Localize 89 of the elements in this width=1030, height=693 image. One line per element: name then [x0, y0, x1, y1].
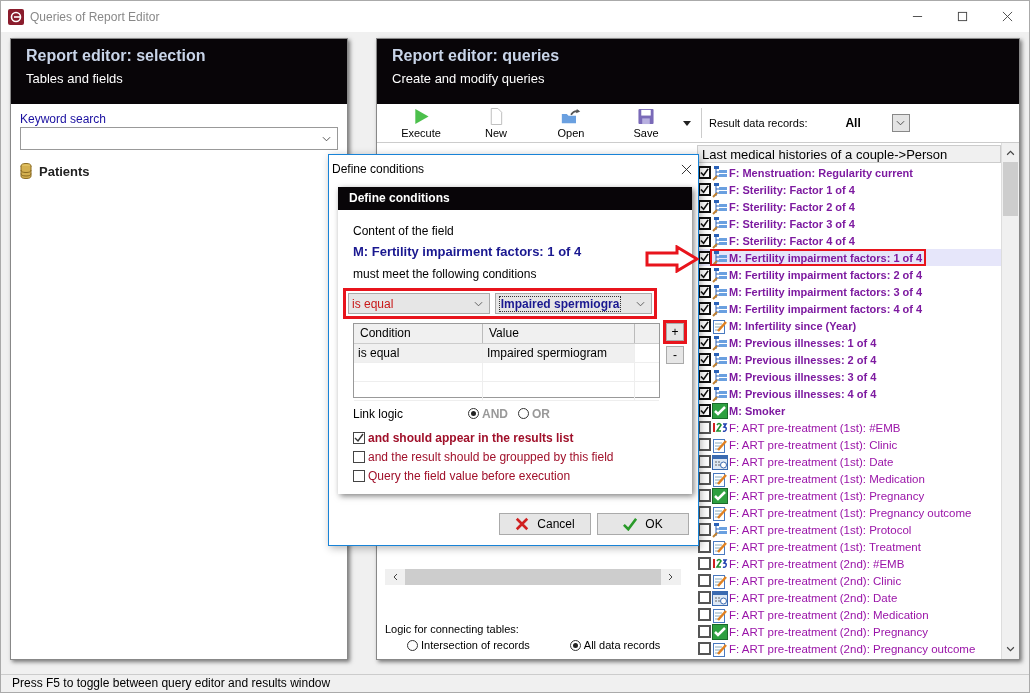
field-label: F: ART pre-treatment (2nd): Date — [729, 591, 898, 604]
field-label: F: ART pre-treatment (1st): Clinic — [729, 438, 898, 451]
add-button[interactable]: + — [666, 323, 684, 341]
panel-subtitle: Tables and fields — [26, 71, 124, 86]
field-row[interactable]: F: Sterility: Factor 4 of 4 — [697, 232, 1001, 249]
checkbox-option[interactable]: and the result should be groupped by this field — [353, 447, 692, 466]
field-label: F: ART pre-treatment (1st): Treatment — [729, 540, 921, 553]
link-logic-label: Link logic — [353, 406, 405, 423]
field-label: F: Sterility: Factor 1 of 4 — [729, 183, 855, 196]
field-label: F: ART pre-treatment (2nd): Medication — [729, 608, 929, 621]
field-row[interactable]: F: Menstruation: Regularity current — [697, 164, 1001, 181]
checkbox-option[interactable]: and should appear in the results list — [353, 428, 692, 447]
field-label: M: Previous illnesses: 1 of 4 — [729, 336, 877, 349]
field-row[interactable]: F: ART pre-treatment (2nd): #EMB — [697, 555, 1001, 572]
result-records-value: All — [845, 116, 861, 130]
column-header[interactable]: Value — [483, 324, 635, 343]
field-label: M: Previous illnesses: 3 of 4 — [729, 370, 877, 383]
result-records-label: Result data records: — [709, 117, 808, 129]
connect-logic-label: Logic for connecting tables: — [385, 623, 520, 635]
field-label: M: Smoker — [729, 404, 786, 417]
panel-subtitle: Create and modify queries — [392, 71, 546, 86]
radio-option[interactable]: All data records — [569, 639, 661, 651]
field-label: M: Fertility impairment factors: 3 of 4 — [729, 285, 923, 298]
field-row[interactable]: M: Previous illnesses: 1 of 4 — [697, 334, 1001, 351]
instruction-text: must meet the following conditions — [353, 266, 537, 283]
dialog-button[interactable]: Cancel — [499, 513, 591, 535]
field-row[interactable]: F: ART pre-treatment (2nd): Clinic — [697, 572, 1001, 589]
table-cell: is equal — [354, 344, 483, 362]
field-row[interactable]: M: Fertility impairment factors: 1 of 4 — [697, 249, 1001, 266]
dialog-button[interactable]: OK — [597, 513, 689, 535]
operator-dropdown[interactable]: is equal — [348, 293, 490, 314]
panel-title: Report editor: queries — [392, 47, 561, 65]
field-label: M: Infertility since (Year) — [729, 319, 857, 332]
field-row[interactable]: M: Fertility impairment factors: 4 of 4 — [697, 300, 1001, 317]
table-cell: Impaired spermiogram — [483, 344, 635, 362]
column-header[interactable]: Last medical histories of a couple->Person — [697, 145, 1001, 163]
dialog-title: Define conditions — [332, 162, 425, 176]
field-row[interactable]: F: Sterility: Factor 1 of 4 — [697, 181, 1001, 198]
field-label: F: ART pre-treatment (2nd): Pregnancy — [729, 625, 928, 638]
field-label: M: Previous illnesses: 4 of 4 — [729, 387, 877, 400]
field-label: F: ART pre-treatment (1st): Pregnancy — [729, 489, 925, 502]
field-row[interactable]: F: Sterility: Factor 3 of 4 — [697, 215, 1001, 232]
field-row[interactable]: M: Previous illnesses: 4 of 4 — [697, 385, 1001, 402]
field-label: F: ART pre-treatment (1st): Protocol — [729, 523, 912, 536]
toolbar-button[interactable]: New — [462, 107, 530, 139]
toolbar-button[interactable]: Save — [612, 107, 680, 139]
field-label: F: ART pre-treatment (1st): Medication — [729, 472, 925, 485]
toolbar-button[interactable]: Open — [537, 107, 605, 139]
field-row[interactable]: M: Previous illnesses: 2 of 4 — [697, 351, 1001, 368]
field-label: F: ART pre-treatment (2nd): Pregnancy outcome — [729, 642, 976, 655]
keyword-search-label: Keyword search — [20, 112, 108, 126]
field-row[interactable]: F: ART pre-treatment (1st): Protocol — [697, 521, 1001, 538]
window-title: Queries of Report Editor — [30, 9, 160, 24]
field-row[interactable]: F: ART pre-treatment (2nd): Medication — [697, 606, 1001, 623]
field-label: F: ART pre-treatment (2nd): #EMB — [729, 557, 905, 570]
column-header[interactable]: Condition — [354, 324, 483, 343]
field-row[interactable]: F: ART pre-treatment (2nd): Date — [697, 589, 1001, 606]
field-row[interactable]: M: Fertility impairment factors: 2 of 4 — [697, 266, 1001, 283]
field-label: F: ART pre-treatment (1st): #EMB — [729, 421, 901, 434]
radio-option[interactable]: Intersection of records — [407, 639, 530, 651]
table-item[interactable]: Patients — [39, 163, 90, 179]
field-row[interactable]: F: ART pre-treatment (1st): Treatment — [697, 538, 1001, 555]
field-row[interactable]: F: ART pre-treatment (1st): #EMB — [697, 419, 1001, 436]
status-text: Press F5 to toggle between query editor and results window — [12, 676, 331, 690]
field-name: M: Fertility impairment factors: 1 of 4 — [353, 243, 582, 261]
field-label: M: Fertility impairment factors: 2 of 4 — [729, 268, 923, 281]
field-label: F: ART pre-treatment (2nd): Clinic — [729, 574, 902, 587]
field-row[interactable]: M: Previous illnesses: 3 of 4 — [697, 368, 1001, 385]
toolbar-button[interactable]: Execute — [387, 107, 455, 139]
field-label: M: Fertility impairment factors: 1 of 4 — [729, 251, 923, 264]
intro-text: Content of the field — [353, 223, 454, 240]
field-label: F: Sterility: Factor 2 of 4 — [729, 200, 855, 213]
field-label: F: ART pre-treatment (1st): Date — [729, 455, 894, 468]
field-label: F: Sterility: Factor 3 of 4 — [729, 217, 855, 230]
field-row[interactable]: F: ART pre-treatment (2nd): Pregnancy outcome — [697, 640, 1001, 657]
panel-title: Report editor: selection — [26, 47, 207, 65]
field-row[interactable]: M: Fertility impairment factors: 3 of 4 — [697, 283, 1001, 300]
remove-button[interactable]: - — [666, 346, 684, 364]
field-row[interactable]: F: ART pre-treatment (1st): Pregnancy — [697, 487, 1001, 504]
field-label: F: Menstruation: Regularity current — [729, 166, 913, 179]
checkbox-option[interactable]: Query the field value before execution — [353, 466, 692, 485]
dialog-header: Define conditions — [338, 187, 692, 210]
field-label: M: Fertility impairment factors: 4 of 4 — [729, 302, 923, 315]
field-label: M: Previous illnesses: 2 of 4 — [729, 353, 877, 366]
field-label: F: Sterility: Factor 4 of 4 — [729, 234, 855, 247]
value-dropdown[interactable]: Impaired spermiogra — [494, 293, 652, 314]
field-row[interactable]: F: ART pre-treatment (2nd): Pregnancy — [697, 623, 1001, 640]
field-label: F: ART pre-treatment (1st): Pregnancy outcome — [729, 506, 972, 519]
field-row[interactable]: F: Sterility: Factor 2 of 4 — [697, 198, 1001, 215]
